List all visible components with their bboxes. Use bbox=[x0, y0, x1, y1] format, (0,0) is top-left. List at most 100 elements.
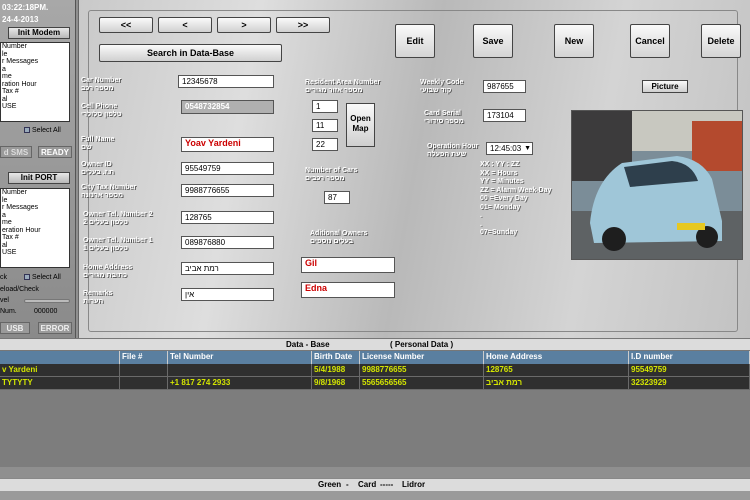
number-of-cars-field[interactable]: 87 bbox=[324, 191, 350, 204]
car-number-label: Car Number bbox=[81, 77, 122, 84]
column-header-file[interactable]: File # bbox=[120, 351, 168, 364]
owner-id-label: Owner ID bbox=[81, 161, 112, 168]
next-record-button[interactable]: > bbox=[217, 17, 271, 33]
cell-phone-field[interactable]: 0548732854 bbox=[181, 100, 274, 114]
table-cell[interactable]: 9/8/1968 bbox=[312, 377, 360, 390]
table-cell[interactable]: 95549759 bbox=[629, 364, 750, 377]
resident-area-field-1[interactable]: 1 bbox=[312, 100, 338, 113]
cancel-button[interactable]: Cancel bbox=[630, 24, 670, 58]
port-list[interactable]: Number le r Messages a me eration Hour T… bbox=[0, 188, 70, 268]
city-tax-label-he: מספר ארנונה bbox=[81, 192, 124, 199]
remarks-field[interactable]: אין bbox=[181, 288, 274, 301]
cell-phone-label-he: טלפון סלולרי bbox=[81, 111, 122, 118]
list-item[interactable]: ration Hour bbox=[2, 81, 69, 89]
edit-button[interactable]: Edit bbox=[395, 24, 435, 58]
owner-tel1-field[interactable]: 089876880 bbox=[181, 236, 274, 249]
save-button[interactable]: Save bbox=[473, 24, 513, 58]
list-item[interactable]: al bbox=[2, 96, 69, 104]
send-sms-button[interactable]: d SMS bbox=[0, 146, 32, 158]
search-database-button[interactable]: Search in Data-Base bbox=[99, 44, 282, 62]
status-date: 24-4-2013 bbox=[2, 15, 39, 24]
list-item[interactable]: me bbox=[2, 73, 69, 81]
list-item[interactable]: me bbox=[2, 219, 69, 227]
resident-area-field-2[interactable]: 11 bbox=[312, 119, 338, 132]
footer-card: Card bbox=[358, 480, 377, 489]
port-select-all[interactable]: Select All bbox=[24, 274, 61, 281]
resident-area-field-3[interactable]: 22 bbox=[312, 138, 338, 151]
column-header-address[interactable]: Home Address bbox=[484, 351, 629, 364]
additional-owner-field-2[interactable]: Edna bbox=[301, 282, 395, 298]
column-header-license[interactable]: License Number bbox=[360, 351, 484, 364]
table-cell[interactable]: 9988776655 bbox=[360, 364, 484, 377]
error-badge: ERROR bbox=[38, 322, 72, 334]
table-cell[interactable]: 5565656565 bbox=[360, 377, 484, 390]
column-header-birth[interactable]: Birth Date bbox=[312, 351, 360, 364]
list-item[interactable]: Number bbox=[2, 43, 69, 51]
usb-badge: USB bbox=[0, 322, 30, 334]
table-cell[interactable] bbox=[120, 364, 168, 377]
list-item[interactable]: Tax # bbox=[2, 234, 69, 242]
list-item[interactable]: le bbox=[2, 51, 69, 59]
main-panel: << < > >> Search in Data-Base Edit Save … bbox=[78, 0, 750, 338]
table-cell[interactable] bbox=[120, 377, 168, 390]
picture-button[interactable]: Picture bbox=[642, 80, 688, 93]
prev-record-button[interactable]: < bbox=[158, 17, 212, 33]
list-item[interactable]: a bbox=[2, 212, 69, 220]
column-header-id[interactable]: I.D number bbox=[629, 351, 750, 364]
table-cell[interactable]: 5/4/1988 bbox=[312, 364, 360, 377]
card-serial-label: Card Serial bbox=[424, 110, 461, 117]
delete-button[interactable]: Delete bbox=[701, 24, 741, 58]
owner-tel2-field[interactable]: 128765 bbox=[181, 211, 274, 224]
modem-list[interactable]: Number le r Messages a me ration Hour Ta… bbox=[0, 42, 70, 122]
additional-owner-field-1[interactable]: Gil bbox=[301, 257, 395, 273]
column-header-name[interactable] bbox=[0, 351, 120, 364]
table-cell[interactable]: +1 817 274 2933 bbox=[168, 377, 312, 390]
home-address-field[interactable]: רמת אביב bbox=[181, 262, 274, 275]
modem-select-all[interactable]: Select All bbox=[24, 127, 61, 134]
operation-hour-select[interactable]: 12:45:03 ▼ bbox=[486, 142, 533, 155]
init-port-button[interactable]: Init PORT bbox=[8, 172, 70, 184]
table-cell[interactable]: TYTYTY bbox=[0, 377, 120, 390]
list-item[interactable]: r Messages bbox=[2, 58, 69, 66]
full-name-label-he: שם bbox=[81, 144, 92, 151]
additional-owners-label-he: בעלים נוספים bbox=[310, 238, 354, 245]
checkbox-icon[interactable] bbox=[24, 274, 30, 281]
open-map-button[interactable]: Open Map bbox=[346, 103, 375, 147]
list-item[interactable]: al bbox=[2, 242, 69, 250]
full-name-field[interactable]: Yoav Yardeni bbox=[181, 137, 274, 152]
list-item[interactable]: Number bbox=[2, 189, 69, 197]
checkbox-icon[interactable] bbox=[24, 127, 30, 134]
list-item[interactable]: eration Hour bbox=[2, 227, 69, 235]
table-cell[interactable]: רמת אביב bbox=[484, 377, 629, 390]
city-tax-field[interactable]: 9988776655 bbox=[181, 184, 274, 197]
init-modem-button[interactable]: Init Modem bbox=[8, 27, 70, 39]
table-cell[interactable]: 32323929 bbox=[629, 377, 750, 390]
list-item[interactable]: a bbox=[2, 66, 69, 74]
list-item[interactable]: Tax # bbox=[2, 88, 69, 96]
card-serial-field[interactable]: 173104 bbox=[483, 109, 526, 122]
first-record-button[interactable]: << bbox=[99, 17, 153, 33]
footer-lidror: Lidror bbox=[402, 480, 426, 489]
list-item[interactable]: USE bbox=[2, 249, 69, 257]
list-item[interactable]: r Messages bbox=[2, 204, 69, 212]
weekly-code-label-he: קוד שבועי bbox=[420, 87, 452, 94]
weekly-code-field[interactable]: 987655 bbox=[483, 80, 526, 93]
car-number-field[interactable]: 12345678 bbox=[178, 75, 274, 88]
owner-id-label-he: ת.ז. בעלים bbox=[81, 169, 115, 176]
table-cell[interactable]: v Yardeni bbox=[0, 364, 120, 377]
list-item[interactable]: USE bbox=[2, 103, 69, 111]
status-time: 03:22:18PM. bbox=[2, 3, 49, 12]
chevron-down-icon[interactable]: ▼ bbox=[524, 143, 531, 154]
remarks-label-he: הערות bbox=[83, 298, 104, 305]
column-header-tel[interactable]: Tel Number bbox=[168, 351, 312, 364]
data-grid[interactable]: File # Tel Number Birth Date License Num… bbox=[0, 351, 750, 467]
last-record-button[interactable]: >> bbox=[276, 17, 330, 33]
num-label: Num. bbox=[0, 308, 17, 315]
list-item[interactable]: le bbox=[2, 197, 69, 205]
owner-id-field[interactable]: 95549759 bbox=[181, 162, 274, 175]
number-of-cars-label: Number of Cars bbox=[305, 167, 358, 174]
new-button[interactable]: New bbox=[554, 24, 594, 58]
table-cell[interactable] bbox=[168, 364, 312, 377]
table-cell[interactable]: 128765 bbox=[484, 364, 629, 377]
operation-hour-label-he: שעת הפעלה bbox=[427, 151, 467, 158]
